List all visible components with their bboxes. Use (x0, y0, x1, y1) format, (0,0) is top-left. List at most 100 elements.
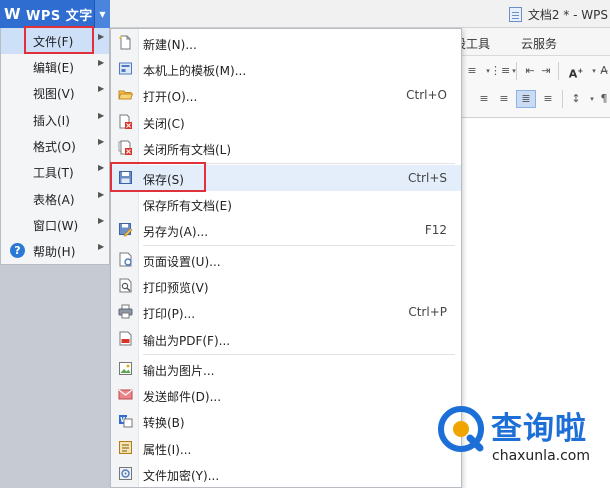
menu-item-label: 格式(O) (33, 140, 76, 154)
submenu-arrow-icon: ▶ (98, 137, 105, 146)
menu-item-tools[interactable]: 工具(T) ▶ (1, 159, 109, 185)
menu-item-label: 视图(V) (33, 87, 75, 101)
menu-item-window[interactable]: 窗口(W) ▶ (1, 212, 109, 238)
new-document-icon (119, 35, 131, 50)
file-menu-export-image[interactable]: 输出为图片... (111, 356, 461, 382)
separator (558, 62, 559, 80)
watermark-url: chaxunla.com (492, 448, 590, 464)
menu-item-label: 文件加密(Y)... (143, 469, 220, 483)
file-menu-properties[interactable]: 属性(I)... (111, 435, 461, 461)
file-menu-open[interactable]: 打开(O)... Ctrl+O (111, 82, 461, 108)
menu-item-label: 表格(A) (33, 193, 75, 207)
submenu-arrow-icon: ▶ (98, 163, 105, 172)
menu-item-label: 页面设置(U)... (143, 255, 221, 269)
menu-item-label: 保存所有文档(E) (143, 199, 232, 213)
submenu-arrow-icon: ▶ (98, 111, 105, 120)
menu-item-label: 工具(T) (33, 166, 74, 180)
properties-icon (119, 441, 132, 454)
separator (516, 62, 517, 80)
menu-item-label: 输出为图片... (143, 364, 215, 378)
file-menu-save-as[interactable]: 另存为(A)... F12 (111, 217, 461, 243)
menu-item-label: 帮助(H) (33, 245, 76, 259)
menu-item-label: 关闭所有文档(L) (143, 143, 232, 157)
menu-item-label: 打印预览(V) (143, 281, 209, 295)
menu-item-label: 关闭(C) (143, 117, 185, 131)
watermark-logo-icon (438, 406, 484, 452)
mail-icon (118, 389, 133, 400)
file-menu-print-preview[interactable]: 打印预览(V) (111, 273, 461, 299)
title-bar: W WPS 文字 ▼ 文档2 * - WPS (0, 0, 610, 28)
wps-logo-icon: W (4, 5, 21, 23)
file-menu-export-pdf[interactable]: 输出为PDF(F)... (111, 326, 461, 352)
wps-main-menu: 文件(F) ▶ 编辑(E) ▶ 视图(V) ▶ 插入(I) ▶ 格式(O) ▶ … (0, 28, 110, 265)
menu-item-table[interactable]: 表格(A) ▶ (1, 186, 109, 212)
wps-menu-button[interactable]: W WPS 文字 ▼ (0, 0, 110, 28)
decrease-indent-icon[interactable]: ⇤ (522, 64, 538, 78)
submenu-arrow-icon: ▶ (98, 216, 105, 225)
open-folder-icon (118, 90, 133, 100)
submenu-arrow-icon: ▶ (98, 58, 105, 67)
file-menu-encrypt[interactable]: 文件加密(Y)... (111, 461, 461, 487)
file-menu-convert[interactable]: W 转换(B) (111, 408, 461, 434)
file-menu-close[interactable]: 关闭(C) (111, 109, 461, 135)
menu-item-shortcut: Ctrl+S (407, 171, 447, 185)
clear-format-icon[interactable]: A̶ (596, 64, 610, 78)
file-menu-close-all[interactable]: 关闭所有文档(L) (111, 135, 461, 161)
paragraph-icon[interactable]: ¶ (596, 92, 610, 106)
menu-item-help[interactable]: ? 帮助(H) ▶ (1, 238, 109, 264)
line-spacing-icon[interactable]: ↕ (568, 92, 584, 106)
file-menu-template[interactable]: 本机上的模板(M)... (111, 56, 461, 82)
align-right-icon[interactable]: ≡ (496, 92, 512, 106)
menu-item-format[interactable]: 格式(O) ▶ (1, 133, 109, 159)
increase-indent-icon[interactable]: ⇥ (538, 64, 554, 78)
menu-item-label: 新建(N)... (143, 38, 197, 52)
menu-item-label: 转换(B) (143, 416, 185, 430)
close-all-icon (118, 140, 132, 155)
submenu-arrow-icon: ▶ (98, 242, 105, 251)
menu-item-label: 打开(O)... (143, 90, 198, 104)
distributed-align-icon[interactable]: ≡ (540, 92, 556, 106)
menu-item-label: 窗口(W) (33, 219, 79, 233)
page-setup-icon (119, 252, 132, 267)
document-icon (508, 6, 522, 22)
menu-separator (143, 354, 455, 355)
encrypt-icon (119, 467, 132, 480)
menu-item-label: 插入(I) (33, 114, 70, 128)
menu-item-shortcut: Ctrl+P (408, 305, 447, 319)
wps-dropdown-arrow-icon[interactable]: ▼ (94, 0, 110, 28)
pdf-icon (119, 331, 132, 346)
menu-item-edit[interactable]: 编辑(E) ▶ (1, 54, 109, 80)
image-export-icon (119, 362, 132, 375)
align-center-icon[interactable]: ≡ (476, 92, 492, 106)
document-title: 文档2 * - WPS (527, 7, 608, 22)
tab-cloud-service[interactable]: 云服务 (521, 35, 557, 52)
document-title-area: 文档2 * - WPS (508, 0, 610, 28)
menu-item-label: 输出为PDF(F)... (143, 334, 231, 348)
menu-separator (143, 245, 455, 246)
numbered-list-icon[interactable]: ⋮≡ (490, 64, 510, 78)
menu-item-view[interactable]: 视图(V) ▶ (1, 80, 109, 106)
file-menu-send-mail[interactable]: 发送邮件(D)... (111, 382, 461, 408)
text-effects-icon[interactable]: A+ (564, 64, 588, 81)
justify-icon[interactable]: ≣ (516, 90, 536, 108)
file-menu-print[interactable]: 打印(P)... Ctrl+P (111, 299, 461, 325)
menu-item-label: 编辑(E) (33, 61, 74, 75)
template-icon (119, 62, 132, 75)
highlight-box-file (24, 26, 94, 54)
menu-item-shortcut: Ctrl+O (406, 88, 447, 102)
dropdown-arrow-icon[interactable]: ▾ (506, 64, 522, 78)
help-icon: ? (10, 243, 25, 258)
print-icon (118, 304, 133, 319)
submenu-arrow-icon: ▶ (98, 190, 105, 199)
bullet-list-icon[interactable]: ≡ (464, 64, 480, 78)
file-menu-new[interactable]: 新建(N)... (111, 30, 461, 56)
file-menu-page-setup[interactable]: 页面设置(U)... (111, 247, 461, 273)
menu-item-insert[interactable]: 插入(I) ▶ (1, 107, 109, 133)
submenu-arrow-icon: ▶ (98, 32, 105, 41)
menu-item-label: 打印(P)... (143, 307, 196, 321)
menu-item-label: 发送邮件(D)... (143, 390, 222, 404)
menu-item-shortcut: F12 (424, 223, 447, 237)
highlight-box-save (110, 162, 206, 192)
print-preview-icon (119, 278, 132, 293)
file-menu-save-all[interactable]: 保存所有文档(E) (111, 191, 461, 217)
